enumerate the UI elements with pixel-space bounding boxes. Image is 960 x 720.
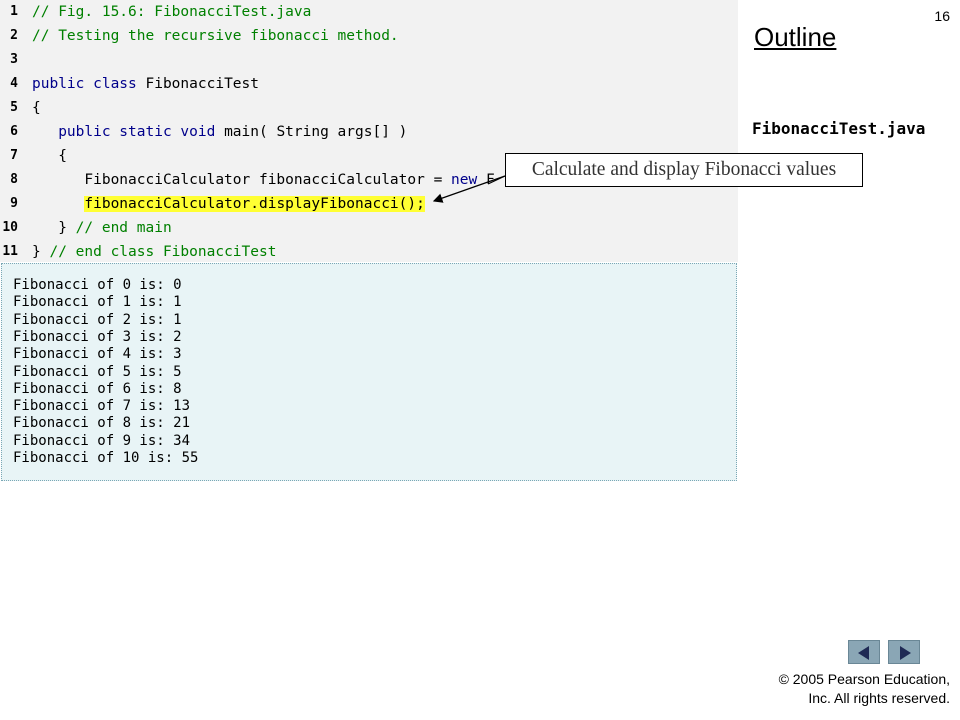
triangle-left-icon	[858, 646, 869, 660]
copyright-line: © 2005 Pearson Education,	[778, 671, 950, 687]
callout-box: Calculate and display Fibonacci values	[505, 153, 863, 187]
copyright-line: Inc. All rights reserved.	[808, 690, 950, 706]
triangle-right-icon	[900, 646, 911, 660]
previous-slide-button[interactable]	[848, 640, 880, 664]
next-slide-button[interactable]	[888, 640, 920, 664]
callout-arrow-icon	[432, 175, 506, 203]
copyright-notice: © 2005 Pearson Education, Inc. All right…	[779, 670, 950, 708]
